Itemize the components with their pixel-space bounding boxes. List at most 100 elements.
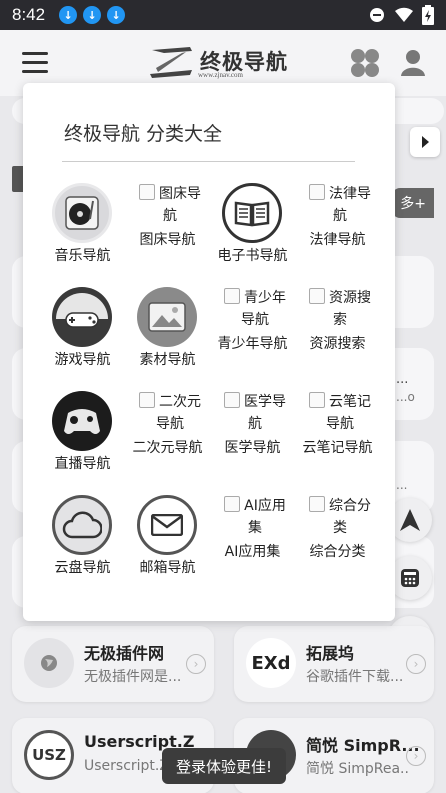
category-grid: 音乐导航 图床导航 图床导航 电子书导航 法律导航 法律导航 游戏导航 素材导航…	[40, 181, 380, 597]
controller-icon	[52, 391, 112, 451]
chevron-right-icon: ›	[186, 654, 206, 674]
category-label: 云盘导航	[54, 560, 111, 576]
site-title: 拓展坞	[306, 644, 355, 663]
site-desc: 无极插件网是...	[84, 669, 182, 685]
category-popup: 终极导航 分类大全 音乐导航 图床导航 图床导航 电子书导航 法律导航 法律导航…	[23, 83, 395, 621]
category-label: 游戏导航	[54, 352, 111, 368]
category-medical[interactable]: 医学导航 医学导航	[210, 389, 295, 493]
category-games[interactable]: 游戏导航	[40, 285, 125, 389]
broken-image-icon	[309, 184, 325, 200]
category-ai-apps[interactable]: AI应用集 AI应用集	[210, 493, 295, 597]
image-icon	[137, 287, 197, 347]
site-logo-exd: EXd	[246, 638, 296, 688]
book-icon	[222, 183, 282, 243]
broken-image-icon	[139, 184, 155, 200]
logo-mark-icon	[150, 47, 192, 78]
scroll-right-button[interactable]	[410, 127, 440, 157]
chevron-right-icon: ›	[406, 746, 426, 766]
peek-text: ...o	[396, 390, 415, 404]
site-logo[interactable]: 终极导航 www.zjnav.com	[146, 44, 302, 84]
category-label: 直播导航	[54, 456, 111, 472]
category-general[interactable]: 综合分类 综合分类	[295, 493, 380, 597]
category-label: 邮箱导航	[139, 560, 196, 576]
popup-title: 终极导航 分类大全	[64, 123, 223, 145]
broken-image-icon	[224, 288, 240, 304]
category-materials[interactable]: 素材导航	[125, 285, 210, 389]
dnd-icon	[370, 8, 384, 22]
category-image-hosting[interactable]: 图床导航 图床导航	[125, 181, 210, 285]
broken-image-alt: 青少年导航	[220, 287, 290, 331]
login-toast: 登录体验更佳!	[162, 748, 286, 784]
more-button[interactable]: 多+	[392, 188, 434, 218]
calculator-icon	[401, 569, 419, 587]
category-label: 青少年导航	[217, 336, 288, 352]
chevron-right-icon: ›	[406, 654, 426, 674]
category-resource-search[interactable]: 资源搜索 资源搜索	[295, 285, 380, 389]
gamepad-icon	[52, 287, 112, 347]
broken-image-alt: 资源搜索	[305, 287, 375, 331]
apps-icon[interactable]	[350, 48, 380, 78]
battery-icon	[422, 5, 434, 25]
site-desc: 谷歌插件下载...	[306, 669, 404, 685]
broken-image-alt: 综合分类	[305, 495, 375, 539]
download-icon: ↓	[83, 6, 102, 24]
category-label: 二次元导航	[132, 440, 203, 456]
site-logo-usz: USZ	[24, 730, 74, 780]
category-label: 素材导航	[139, 352, 196, 368]
site-desc: 简悦 SimpRea...	[306, 761, 410, 777]
download-icon: ↓	[59, 6, 78, 24]
category-anime[interactable]: 二次元导航 二次元导航	[125, 389, 210, 493]
category-mail[interactable]: 邮箱导航	[125, 493, 210, 597]
broken-image-icon	[309, 392, 325, 408]
status-bar: 8:42 ↓ ↓ ↓	[0, 0, 446, 30]
category-label: 音乐导航	[54, 248, 111, 264]
broken-image-icon	[309, 496, 325, 512]
category-label: 电子书导航	[217, 248, 288, 264]
broken-image-icon	[309, 288, 325, 304]
category-label: 医学导航	[224, 440, 281, 456]
status-time: 8:42	[12, 5, 46, 24]
user-icon[interactable]	[400, 48, 426, 78]
broken-image-alt: 医学导航	[220, 391, 290, 435]
broken-image-icon	[224, 392, 240, 408]
category-label: 图床导航	[139, 232, 196, 248]
broken-image-icon	[224, 496, 241, 512]
divider	[62, 161, 355, 162]
hamburger-menu-icon[interactable]	[22, 52, 48, 74]
category-live[interactable]: 直播导航	[40, 389, 125, 493]
site-title: 无极插件网	[84, 644, 165, 663]
category-cloud-drive[interactable]: 云盘导航	[40, 493, 125, 597]
category-law[interactable]: 法律导航 法律导航	[295, 181, 380, 285]
broken-image-alt: AI应用集	[220, 495, 290, 539]
category-label: 云笔记导航	[302, 440, 373, 456]
broken-image-alt: 云笔记导航	[305, 391, 375, 435]
category-label: 法律导航	[309, 232, 366, 248]
globe-icon	[41, 655, 57, 671]
wifi-icon	[395, 7, 413, 23]
broken-image-icon	[139, 392, 155, 408]
download-icon: ↓	[107, 6, 126, 24]
site-card[interactable]: EXd 拓展坞 谷歌插件下载... ›	[234, 626, 434, 702]
category-label: AI应用集	[224, 544, 281, 560]
broken-image-alt: 法律导航	[305, 183, 375, 227]
site-logo-globe	[24, 638, 74, 688]
category-label: 综合分类	[309, 544, 366, 560]
peek-text: ...	[396, 478, 408, 492]
site-card[interactable]: 无极插件网 无极插件网是... ›	[12, 626, 214, 702]
broken-image-alt: 图床导航	[135, 183, 205, 227]
turntable-icon	[52, 183, 112, 243]
category-ebook[interactable]: 电子书导航	[210, 181, 295, 285]
category-label: 资源搜索	[309, 336, 366, 352]
category-music[interactable]: 音乐导航	[40, 181, 125, 285]
more-label: 多+	[400, 196, 426, 212]
cloud-icon	[52, 495, 112, 555]
site-title: 简悦 SimpR...	[306, 736, 420, 755]
peek-text: ...	[396, 372, 409, 387]
navigation-arrow-icon	[400, 509, 420, 531]
logo-url: www.zjnav.com	[198, 71, 243, 79]
category-youth[interactable]: 青少年导航 青少年导航	[210, 285, 295, 389]
broken-image-alt: 二次元导航	[135, 391, 205, 435]
category-cloud-notes[interactable]: 云笔记导航 云笔记导航	[295, 389, 380, 493]
mail-icon	[137, 495, 197, 555]
chevron-right-icon	[422, 136, 429, 148]
